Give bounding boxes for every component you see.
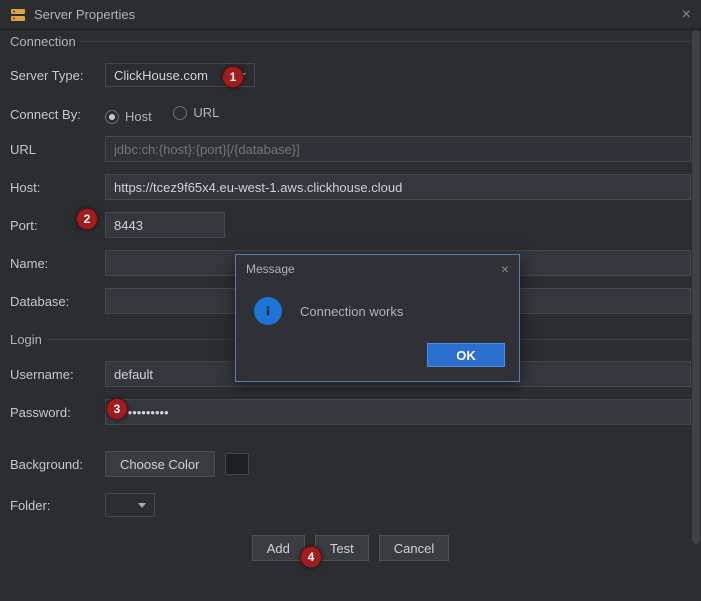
close-icon[interactable]: × [682, 6, 691, 24]
url-input[interactable] [105, 136, 691, 162]
folder-label: Folder: [10, 498, 105, 513]
message-dialog: Message × Connection works OK [235, 254, 520, 382]
login-legend: Login [10, 332, 46, 347]
info-icon [254, 297, 282, 325]
test-button[interactable]: Test [315, 535, 369, 561]
scrollbar-thumb[interactable] [692, 30, 700, 544]
server-type-value: ClickHouse.com [114, 68, 208, 83]
footer-buttons: Add Test Cancel [10, 535, 691, 561]
titlebar: Server Properties × [0, 0, 701, 30]
port-input[interactable] [105, 212, 225, 238]
color-swatch[interactable] [225, 453, 249, 475]
password-input[interactable] [105, 399, 691, 425]
url-label: URL [10, 142, 105, 157]
radio-url-label: URL [193, 105, 219, 120]
connect-by-host-radio[interactable]: Host [105, 109, 152, 124]
radio-host-label: Host [125, 109, 152, 124]
annotation-1: 1 [222, 66, 244, 88]
ok-button[interactable]: OK [427, 343, 505, 367]
scrollbar[interactable] [691, 30, 701, 601]
name-label: Name: [10, 256, 105, 271]
add-button[interactable]: Add [252, 535, 305, 561]
server-icon [10, 7, 26, 23]
folder-dropdown[interactable] [105, 493, 155, 517]
dialog-close-icon[interactable]: × [501, 261, 509, 277]
annotation-2: 2 [76, 208, 98, 230]
radio-icon [105, 110, 119, 124]
annotation-4: 4 [300, 546, 322, 568]
connect-by-url-radio[interactable]: URL [173, 105, 219, 120]
choose-color-button[interactable]: Choose Color [105, 451, 215, 477]
window-title: Server Properties [34, 7, 135, 22]
password-label: Password: [10, 405, 105, 420]
dialog-text: Connection works [300, 304, 403, 319]
connect-by-label: Connect By: [10, 107, 105, 122]
database-label: Database: [10, 294, 105, 309]
annotation-3: 3 [106, 398, 128, 420]
host-label: Host: [10, 180, 105, 195]
connection-legend: Connection [10, 34, 80, 49]
host-input[interactable] [105, 174, 691, 200]
chevron-down-icon [138, 503, 146, 508]
radio-icon [173, 106, 187, 120]
background-label: Background: [10, 457, 105, 472]
dialog-title: Message [246, 262, 295, 276]
username-label: Username: [10, 367, 105, 382]
cancel-button[interactable]: Cancel [379, 535, 449, 561]
server-type-label: Server Type: [10, 68, 105, 83]
